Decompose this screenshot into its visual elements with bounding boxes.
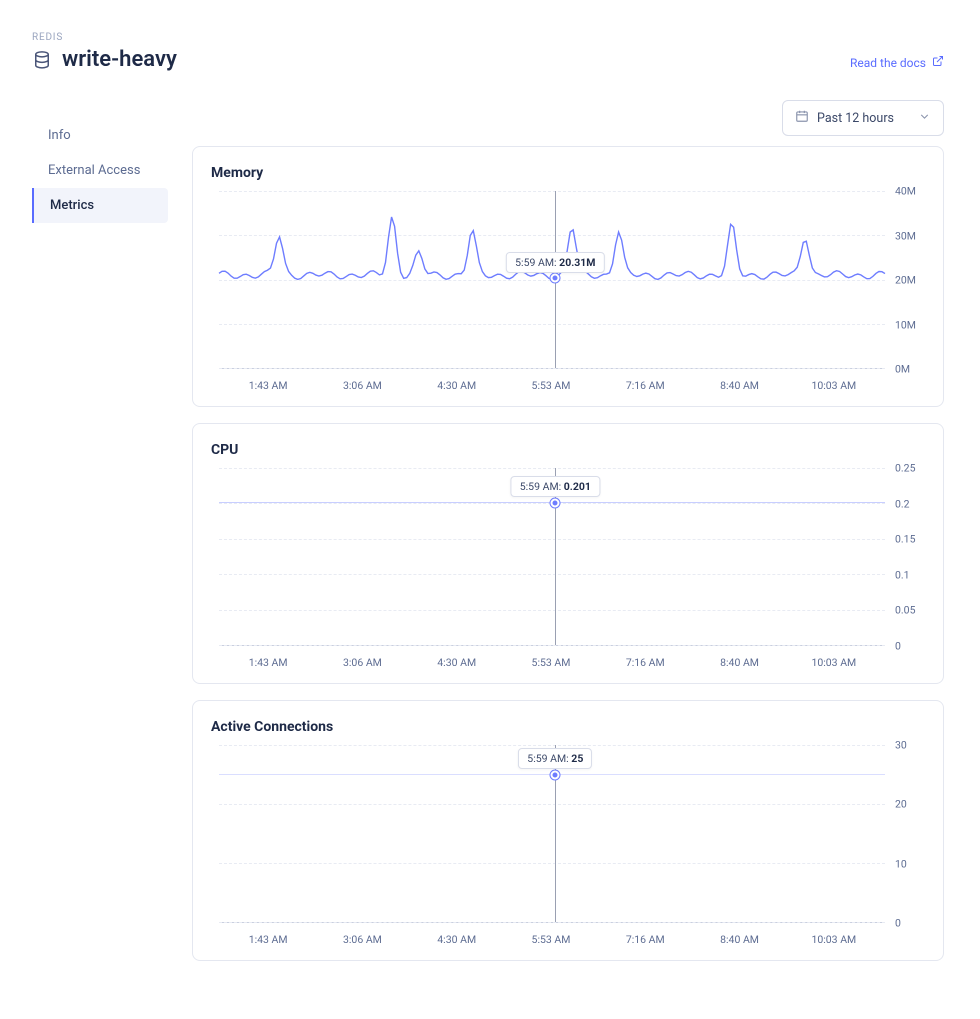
- chart-marker: [551, 498, 560, 507]
- y-tick-label: 10: [895, 857, 907, 870]
- x-tick-label: 5:53 AM: [504, 933, 598, 946]
- chart-title: Memory: [211, 165, 925, 181]
- time-range-select[interactable]: Past 12 hours: [782, 100, 944, 136]
- y-tick-label: 0.2: [895, 497, 910, 510]
- y-tick-label: 20: [895, 798, 907, 811]
- chart-plot-area[interactable]: 5:59 AM: 20.31M: [219, 191, 885, 369]
- x-tick-label: 10:03 AM: [787, 379, 881, 392]
- sidebar-item-external-access[interactable]: External Access: [32, 153, 168, 188]
- y-tick-label: 0: [895, 640, 901, 653]
- y-tick-label: 0M: [895, 363, 910, 376]
- x-tick-label: 10:03 AM: [787, 656, 881, 669]
- x-tick-label: 4:30 AM: [410, 933, 504, 946]
- chart-marker: [551, 274, 560, 283]
- breadcrumb[interactable]: REDIS: [32, 32, 177, 43]
- x-tick-label: 3:06 AM: [315, 379, 409, 392]
- x-tick-label: 8:40 AM: [692, 656, 786, 669]
- sidebar: Info External Access Metrics: [32, 118, 168, 977]
- x-tick-label: 5:53 AM: [504, 379, 598, 392]
- x-tick-label: 3:06 AM: [315, 933, 409, 946]
- y-tick-label: 20M: [895, 274, 916, 287]
- chart-card-connections: Active Connections 5:59 AM: 25 0 10 20 30 1:43…: [192, 700, 944, 961]
- x-tick-label: 8:40 AM: [692, 379, 786, 392]
- chevron-down-icon: [918, 110, 931, 127]
- y-tick-label: 0.15: [895, 533, 915, 546]
- chart-card-cpu: CPU 5:59 AM: 0.201 0 0.05 0.1 0.15 0.2 0.25 1:43…: [192, 423, 944, 684]
- y-tick-label: 0.05: [895, 604, 915, 617]
- external-link-icon: [932, 55, 944, 70]
- chart-title: CPU: [211, 442, 925, 458]
- page-title: write-heavy: [62, 47, 177, 72]
- x-tick-label: 7:16 AM: [598, 933, 692, 946]
- x-tick-label: 1:43 AM: [221, 933, 315, 946]
- x-tick-label: 7:16 AM: [598, 379, 692, 392]
- chart-tooltip: 5:59 AM: 0.201: [511, 476, 600, 497]
- x-tick-label: 10:03 AM: [787, 933, 881, 946]
- x-tick-label: 4:30 AM: [410, 379, 504, 392]
- y-tick-label: 0: [895, 917, 901, 930]
- sidebar-item-metrics[interactable]: Metrics: [32, 188, 168, 223]
- chart-tooltip: 5:59 AM: 25: [518, 748, 592, 769]
- y-tick-label: 30: [895, 739, 907, 752]
- x-tick-label: 1:43 AM: [221, 656, 315, 669]
- database-icon: [32, 50, 52, 70]
- y-tick-label: 0.1: [895, 568, 910, 581]
- x-tick-label: 4:30 AM: [410, 656, 504, 669]
- chart-tooltip: 5:59 AM: 20.31M: [506, 252, 604, 273]
- y-tick-label: 30M: [895, 229, 916, 242]
- x-tick-label: 7:16 AM: [598, 656, 692, 669]
- x-tick-label: 8:40 AM: [692, 933, 786, 946]
- x-tick-label: 1:43 AM: [221, 379, 315, 392]
- read-docs-link[interactable]: Read the docs: [850, 55, 944, 70]
- chart-title: Active Connections: [211, 719, 925, 735]
- chart-marker: [551, 770, 560, 779]
- chart-plot-area[interactable]: 5:59 AM: 0.201: [219, 468, 885, 646]
- calendar-icon: [795, 109, 809, 127]
- chart-card-memory: Memory 5:59 AM: 20.31M 0M 10M 20M 30M 40M 1:43 …: [192, 146, 944, 407]
- y-tick-label: 0.25: [895, 462, 915, 475]
- y-tick-label: 10M: [895, 318, 916, 331]
- x-tick-label: 5:53 AM: [504, 656, 598, 669]
- x-tick-label: 3:06 AM: [315, 656, 409, 669]
- sidebar-item-info[interactable]: Info: [32, 118, 168, 153]
- chart-plot-area[interactable]: 5:59 AM: 25: [219, 745, 885, 923]
- y-tick-label: 40M: [895, 185, 916, 198]
